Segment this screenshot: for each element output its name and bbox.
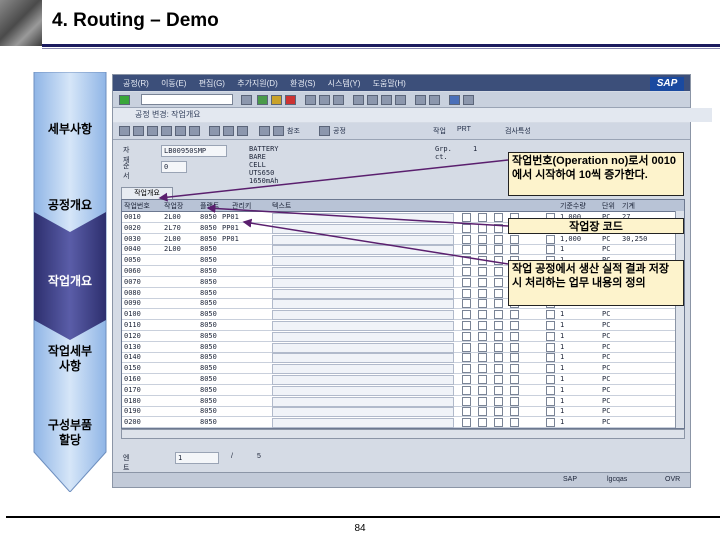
page-number: 84	[354, 523, 366, 534]
footer-rule	[6, 516, 720, 518]
callout-workcenter-code: 작업장 코드	[508, 218, 684, 234]
callout-control-key: 작업 공정에서 생산 실적 결과 저장 시 처리하는 업무 내용의 정의	[508, 260, 684, 306]
arrow-to-operation-column	[158, 159, 509, 202]
callout-operation-number: 작업번호(Operation no)로서 0010에서 시작하여 10씩 증가한…	[508, 152, 684, 196]
arrow-to-control-key-column	[242, 218, 509, 265]
